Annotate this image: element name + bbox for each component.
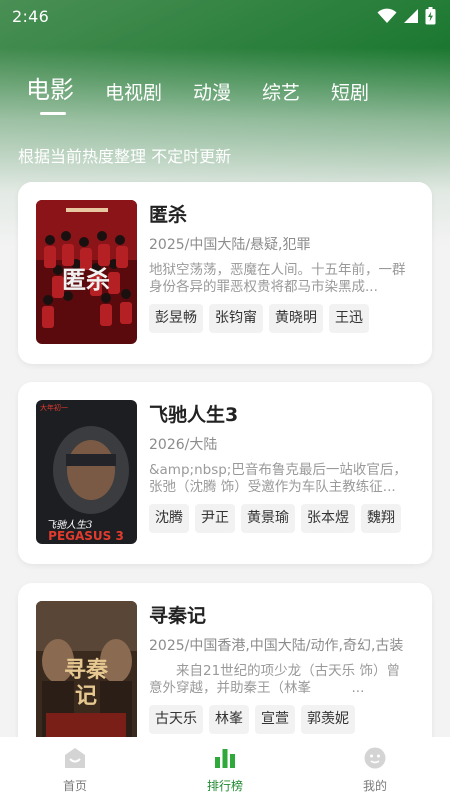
nav-ranking[interactable]: 排行榜 bbox=[150, 737, 300, 800]
cast-tag[interactable]: 黄景瑜 bbox=[241, 504, 295, 533]
signal-icon bbox=[403, 8, 419, 24]
cast-tags: 彭昱畅 张钧甯 黄晓明 王迅 bbox=[149, 304, 413, 333]
wifi-icon bbox=[377, 8, 397, 24]
movie-description: &amp;nbsp;巴音布鲁克最后一站收官后，张弛（沈腾 饰）受邀作为车队主教练… bbox=[149, 462, 407, 495]
nav-label: 首页 bbox=[62, 779, 87, 793]
movie-description: 来自21世纪的项少龙（古天乐 饰）曾意外穿越，并助秦王（林峯 ... bbox=[149, 663, 400, 696]
battery-icon bbox=[425, 7, 436, 25]
svg-text:大年初一: 大年初一 bbox=[40, 403, 68, 412]
home-icon bbox=[63, 747, 87, 773]
tab-anime[interactable]: 动漫 bbox=[193, 78, 231, 105]
movie-poster: 寻秦 记 bbox=[36, 601, 137, 745]
tab-short-drama[interactable]: 短剧 bbox=[331, 78, 369, 105]
status-bar: 2:46 bbox=[0, 0, 450, 32]
ranking-subtitle: 根据当前热度整理 不定时更新 bbox=[18, 147, 232, 166]
status-time: 2:46 bbox=[12, 6, 50, 26]
cast-tags: 沈腾 尹正 黄景瑜 张本煜 魏翔 bbox=[149, 504, 413, 533]
movie-title: 寻秦记 bbox=[149, 605, 207, 627]
movie-meta: 2025/中国香港,中国大陆/动作,奇幻,古装 bbox=[149, 638, 404, 654]
nav-label: 我的 bbox=[362, 779, 387, 793]
movie-meta: 2026/大陆 bbox=[149, 437, 218, 453]
movie-title: 匿杀 bbox=[149, 204, 188, 226]
ranking-icon bbox=[213, 747, 237, 773]
movie-title: 飞驰人生3 bbox=[149, 404, 239, 426]
cast-tag[interactable]: 尹正 bbox=[195, 504, 235, 533]
nav-profile[interactable]: 我的 bbox=[300, 737, 450, 800]
nav-label: 排行榜 bbox=[206, 779, 243, 793]
cast-tag[interactable]: 张本煜 bbox=[301, 504, 355, 533]
cast-tag[interactable]: 沈腾 bbox=[149, 504, 189, 533]
bottom-navigation: 首页 排行榜 我的 bbox=[0, 737, 450, 800]
cast-tag[interactable]: 魏翔 bbox=[361, 504, 401, 533]
movie-description: 地狱空荡荡，恶魔在人间。十五年前，一群身份各异的罪恶权贵将都马市染黑成... bbox=[149, 262, 406, 295]
profile-icon bbox=[363, 747, 387, 773]
cast-tag[interactable]: 宣萱 bbox=[255, 705, 295, 734]
nav-home[interactable]: 首页 bbox=[0, 737, 150, 800]
movie-info: 寻秦记 2025/中国香港,中国大陆/动作,奇幻,古装 来自21世纪的项少龙（古… bbox=[149, 603, 413, 734]
movie-info: 匿杀 2025/中国大陆/悬疑,犯罪 地狱空荡荡，恶魔在人间。十五年前，一群身份… bbox=[149, 202, 413, 333]
movie-card[interactable]: 大年初一 飞驰人生3 PEGASUS 3 飞驰人生3 2026/大陆 &amp;… bbox=[18, 382, 432, 564]
tab-movie[interactable]: 电影 bbox=[26, 70, 74, 115]
category-tabs: 电影 电视剧 动漫 综艺 短剧 bbox=[26, 70, 400, 115]
movie-card[interactable]: 匿杀 匿杀 2025/中国大陆/悬疑,犯罪 地狱空荡荡，恶魔在人间。十五年前，一… bbox=[18, 182, 432, 364]
cast-tag[interactable]: 张钧甯 bbox=[209, 304, 263, 333]
tab-tv-series[interactable]: 电视剧 bbox=[105, 78, 162, 105]
movie-meta: 2025/中国大陆/悬疑,犯罪 bbox=[149, 237, 311, 253]
cast-tag[interactable]: 古天乐 bbox=[149, 705, 203, 734]
cast-tag[interactable]: 黄晓明 bbox=[269, 304, 323, 333]
cast-tag[interactable]: 彭昱畅 bbox=[149, 304, 203, 333]
svg-text:PEGASUS 3: PEGASUS 3 bbox=[48, 529, 124, 543]
svg-text:记: 记 bbox=[75, 683, 97, 709]
cast-tags: 古天乐 林峯 宣萱 郭羡妮 bbox=[149, 705, 413, 734]
cast-tag[interactable]: 林峯 bbox=[209, 705, 249, 734]
svg-text:寻秦: 寻秦 bbox=[64, 657, 109, 683]
cast-tag[interactable]: 郭羡妮 bbox=[301, 705, 355, 734]
movie-info: 飞驰人生3 2026/大陆 &amp;nbsp;巴音布鲁克最后一站收官后，张弛（… bbox=[149, 402, 413, 533]
tab-variety[interactable]: 综艺 bbox=[262, 78, 300, 105]
cast-tag[interactable]: 王迅 bbox=[329, 304, 369, 333]
movie-poster: 大年初一 飞驰人生3 PEGASUS 3 bbox=[36, 400, 137, 544]
svg-text:匿杀: 匿杀 bbox=[62, 265, 110, 294]
movie-poster: 匿杀 bbox=[36, 200, 137, 344]
status-icons bbox=[377, 7, 436, 25]
